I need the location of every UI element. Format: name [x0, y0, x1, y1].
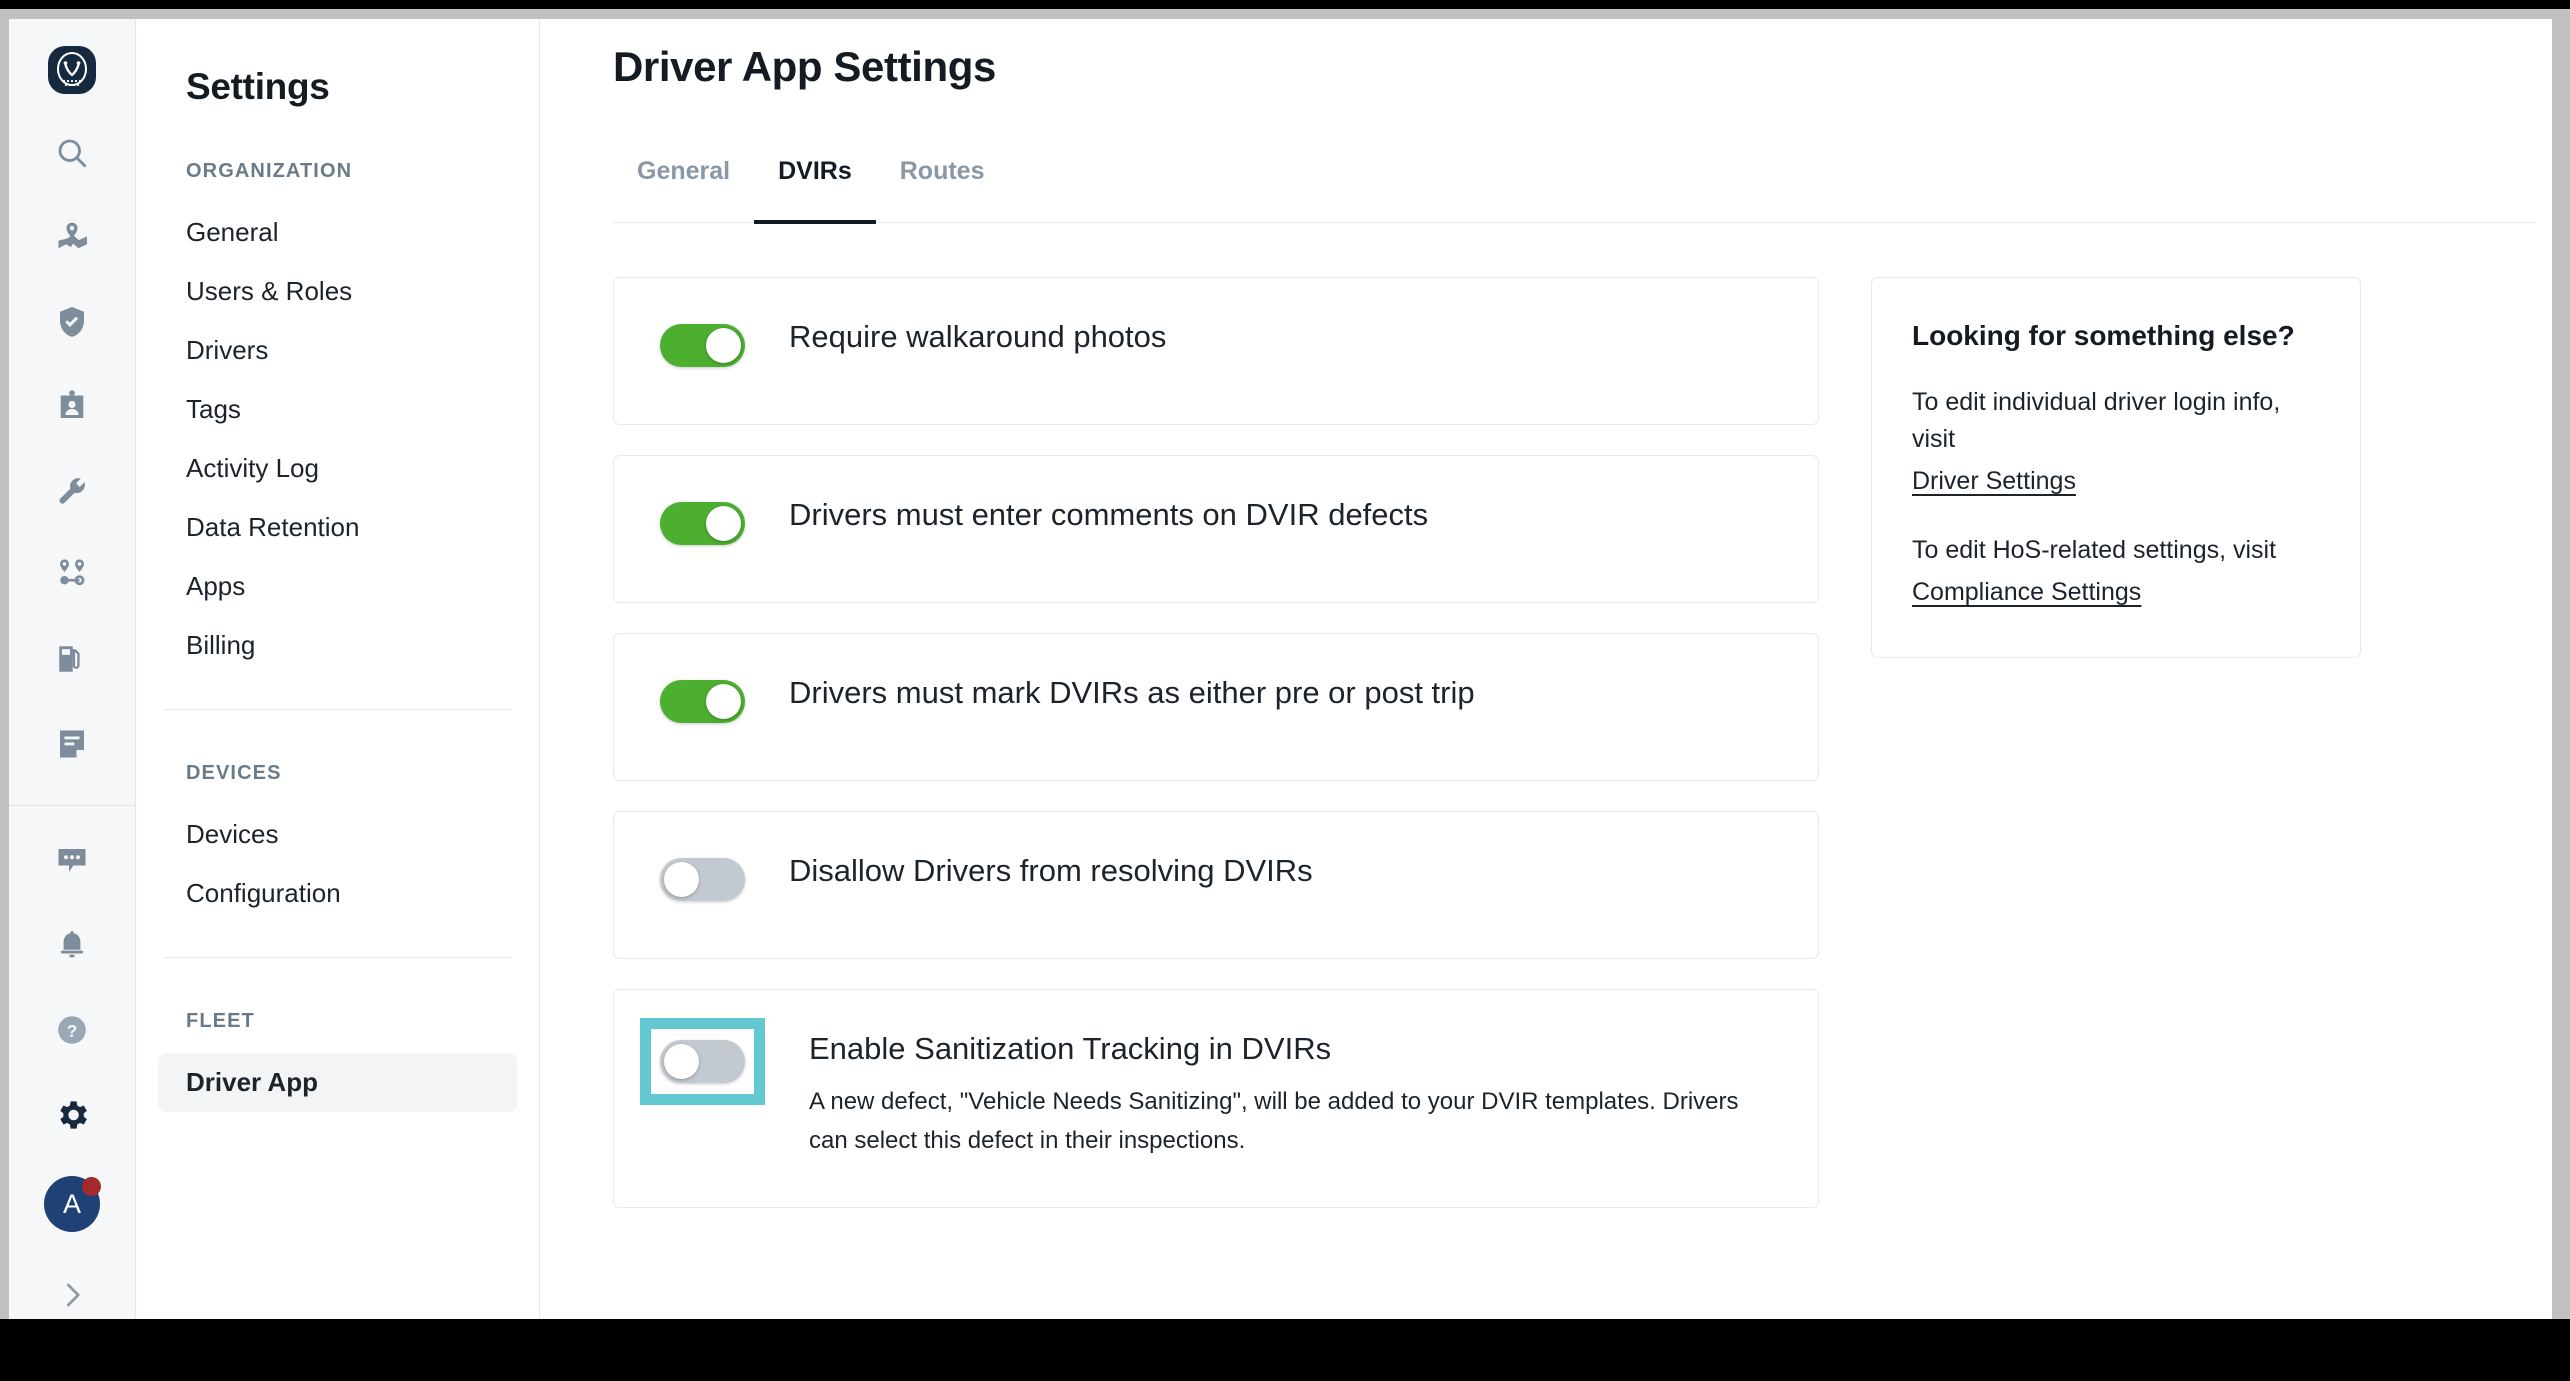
- nav-group-label-fleet: FLEET: [186, 1010, 255, 1032]
- tab-bar: General DVIRs Routes: [613, 157, 2536, 224]
- setting-card-require-walkaround-photos: Require walkaround photos: [613, 277, 1819, 425]
- driver-settings-link[interactable]: Driver Settings: [1912, 463, 2076, 500]
- id-badge-icon[interactable]: [42, 377, 102, 435]
- nav-divider-2: [164, 957, 511, 958]
- sidebar-title: Settings: [186, 66, 330, 107]
- owl-logo-icon[interactable]: [44, 43, 100, 98]
- aside-text-1: To edit individual driver login info, vi…: [1912, 388, 2281, 453]
- sidebar-item-drivers[interactable]: Drivers: [158, 321, 517, 380]
- toggle-require-walkaround-photos[interactable]: [660, 324, 745, 367]
- window-border-right: [2552, 19, 2570, 1319]
- setting-body: Drivers must mark DVIRs as either pre or…: [789, 674, 1475, 713]
- toggle-wrap-drivers-must-mark-pre-post-trip: [660, 674, 745, 723]
- window-chrome-bottom: [0, 1319, 2570, 1381]
- setting-card-disallow-drivers-resolving-dvirs: Disallow Drivers from resolving DVIRs: [613, 811, 1819, 959]
- toggle-knob: [706, 684, 741, 719]
- settings-card-list: Require walkaround photos Drivers must e…: [613, 277, 1819, 1208]
- setting-card-drivers-must-mark-pre-post-trip: Drivers must mark DVIRs as either pre or…: [613, 633, 1819, 781]
- setting-label: Drivers must mark DVIRs as either pre or…: [789, 675, 1475, 710]
- setting-card-enable-sanitization-tracking: Enable Sanitization Tracking in DVIRs A …: [613, 989, 1819, 1208]
- setting-label: Drivers must enter comments on DVIR defe…: [789, 497, 1429, 532]
- chevron-right-icon[interactable]: [42, 1270, 102, 1319]
- avatar[interactable]: A: [41, 1174, 103, 1234]
- shield-check-icon[interactable]: [42, 292, 102, 350]
- setting-body: Disallow Drivers from resolving DVIRs: [789, 852, 1313, 891]
- nav-group-fleet: FLEET Driver App: [136, 1010, 539, 1112]
- chat-bubble-icon[interactable]: [42, 832, 102, 890]
- setting-label: Require walkaround photos: [789, 319, 1167, 354]
- aside-title: Looking for something else?: [1912, 320, 2295, 351]
- help-question-icon[interactable]: ?: [42, 1001, 102, 1059]
- sidebar-item-billing[interactable]: Billing: [158, 616, 517, 675]
- nav-group-label-organization: ORGANIZATION: [186, 160, 353, 182]
- svg-text:?: ?: [67, 1021, 78, 1041]
- screen: ? A Settings ORGANIZATION General Users …: [0, 0, 2570, 1381]
- looking-for-something-else-panel: Looking for something else? To edit indi…: [1871, 277, 2361, 658]
- toggle-knob: [706, 506, 741, 541]
- setting-label: Disallow Drivers from resolving DVIRs: [789, 853, 1313, 888]
- sidebar-item-apps[interactable]: Apps: [158, 557, 517, 616]
- window-border-left: [0, 19, 9, 1319]
- setting-card-drivers-must-enter-comments: Drivers must enter comments on DVIR defe…: [613, 455, 1819, 603]
- notification-dot: [82, 1176, 101, 1196]
- setting-label: Enable Sanitization Tracking in DVIRs: [809, 1031, 1332, 1066]
- tab-dvirs[interactable]: DVIRs: [754, 157, 876, 224]
- setting-description: A new defect, "Vehicle Needs Sanitizing"…: [809, 1087, 1739, 1154]
- bell-icon[interactable]: [42, 917, 102, 975]
- aside-text-2: To edit HoS-related settings, visit: [1912, 535, 2277, 564]
- compliance-settings-link[interactable]: Compliance Settings: [1912, 574, 2141, 611]
- nav-group-label-devices: DEVICES: [186, 762, 282, 784]
- app-icon-rail: ? A: [9, 19, 136, 1319]
- toggle-drivers-must-enter-comments[interactable]: [660, 502, 745, 545]
- window-chrome-top: [0, 0, 2570, 9]
- toggle-knob: [664, 1044, 699, 1079]
- sidebar-item-tags[interactable]: Tags: [158, 380, 517, 439]
- gear-icon[interactable]: [42, 1086, 102, 1144]
- sidebar-item-devices[interactable]: Devices: [158, 805, 517, 864]
- report-document-icon[interactable]: [42, 715, 102, 773]
- toggle-enable-sanitization-tracking[interactable]: [660, 1040, 745, 1083]
- toggle-highlight-box: [640, 1018, 765, 1105]
- settings-content: Require walkaround photos Drivers must e…: [613, 277, 2552, 1208]
- tab-routes[interactable]: Routes: [876, 157, 1009, 224]
- toggle-disallow-drivers-resolving-dvirs[interactable]: [660, 858, 745, 901]
- aside-paragraph-1: To edit individual driver login info, vi…: [1912, 384, 2320, 500]
- tab-general[interactable]: General: [613, 157, 754, 224]
- wrench-icon[interactable]: [42, 461, 102, 519]
- sidebar-item-configuration[interactable]: Configuration: [158, 864, 517, 923]
- sidebar-item-activity-log[interactable]: Activity Log: [158, 439, 517, 498]
- aside-paragraph-2: To edit HoS-related settings, visit Comp…: [1912, 532, 2320, 611]
- main-content: Driver App Settings General DVIRs Routes: [540, 19, 2552, 1319]
- toggle-wrap-disallow-drivers-resolving-dvirs: [660, 852, 745, 901]
- toggle-wrap-drivers-must-enter-comments: [660, 496, 745, 545]
- setting-body: Require walkaround photos: [789, 318, 1166, 357]
- nav-group-organization: ORGANIZATION General Users & Roles Drive…: [136, 160, 539, 675]
- sidebar-item-data-retention[interactable]: Data Retention: [158, 498, 517, 557]
- setting-body: Enable Sanitization Tracking in DVIRs A …: [809, 1030, 1782, 1161]
- map-location-icon[interactable]: [42, 208, 102, 266]
- rail-divider: [9, 805, 136, 807]
- setting-body: Drivers must enter comments on DVIR defe…: [789, 496, 1428, 535]
- window-chrome-band: [0, 9, 2570, 19]
- routes-icon[interactable]: [42, 546, 102, 604]
- settings-sidebar: Settings ORGANIZATION General Users & Ro…: [136, 19, 540, 1319]
- toggle-knob: [664, 862, 699, 897]
- sidebar-item-driver-app[interactable]: Driver App: [158, 1053, 517, 1112]
- page-title: Driver App Settings: [613, 43, 996, 90]
- sidebar-item-general[interactable]: General: [158, 203, 517, 262]
- nav-divider-1: [164, 709, 511, 710]
- toggle-knob: [706, 328, 741, 363]
- nav-group-devices: DEVICES Devices Configuration: [136, 762, 539, 923]
- fuel-pump-icon[interactable]: [42, 630, 102, 688]
- sidebar-item-users-roles[interactable]: Users & Roles: [158, 262, 517, 321]
- toggle-drivers-must-mark-pre-post-trip[interactable]: [660, 680, 745, 723]
- toggle-wrap-require-walkaround-photos: [660, 318, 745, 367]
- browser-viewport: ? A Settings ORGANIZATION General Users …: [9, 19, 2552, 1319]
- search-icon[interactable]: [42, 124, 102, 182]
